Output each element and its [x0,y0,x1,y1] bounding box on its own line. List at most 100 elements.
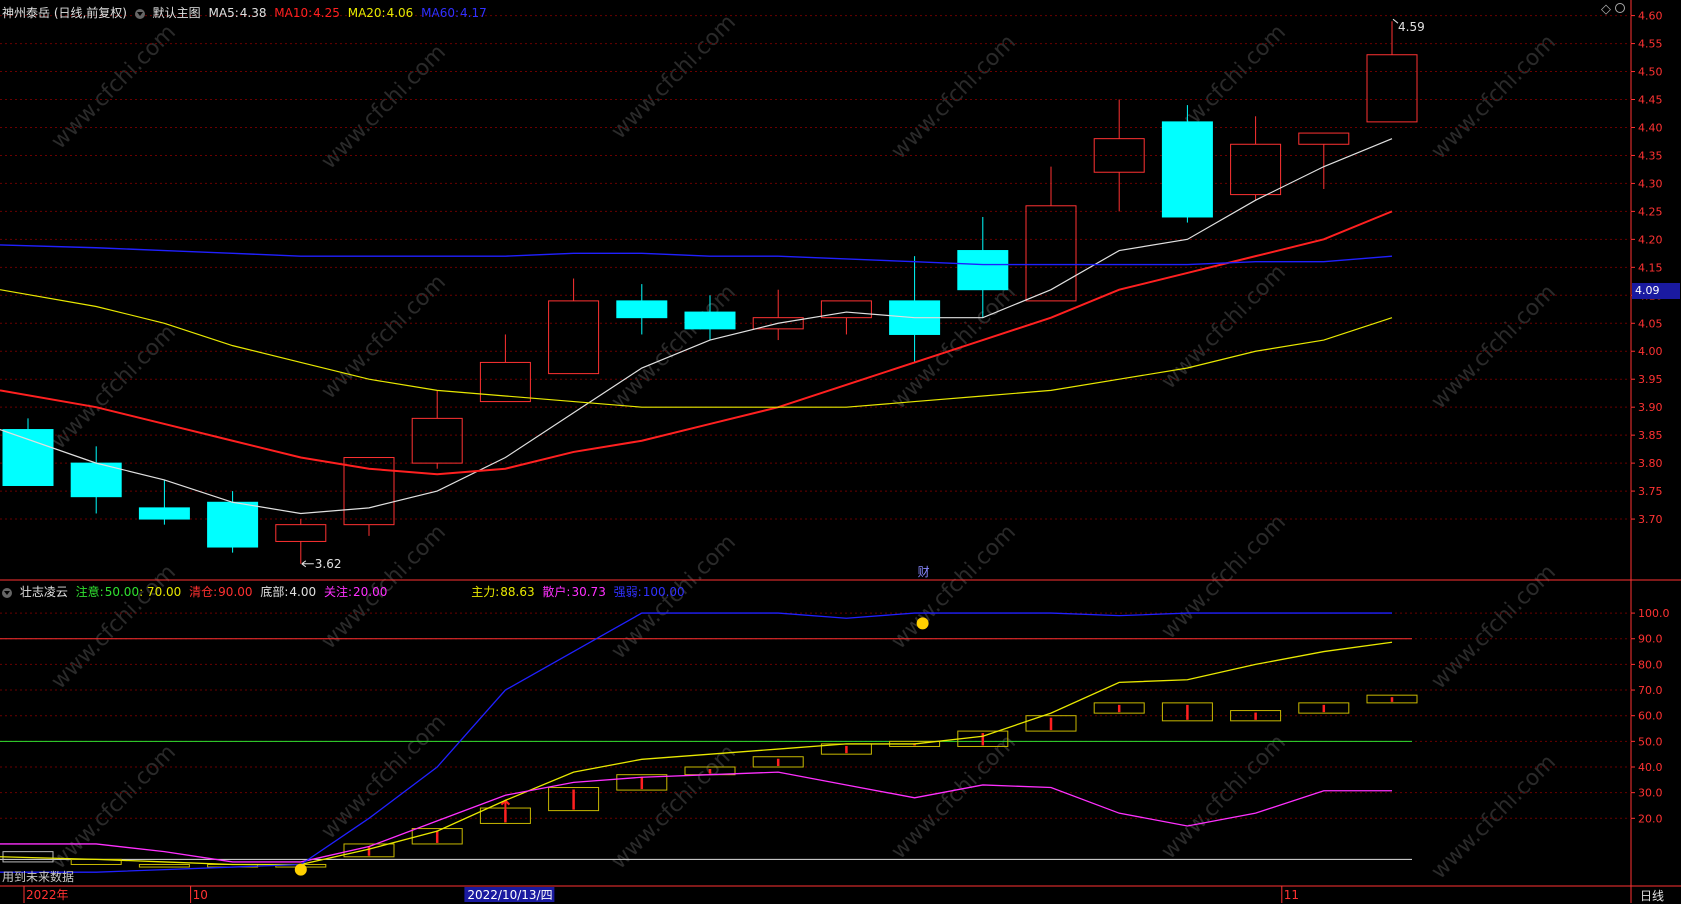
circle-icon[interactable] [1615,3,1625,13]
future-data-note: 用到未来数据 [2,870,75,884]
sub-y-tick-label: 100.0 [1638,607,1670,620]
main-y-tick-label: 4.15 [1638,261,1663,274]
diamond-icon[interactable]: ◇ [1601,2,1611,17]
qiangruo-label: 强弱: [613,585,642,599]
watermark-text: www.cfchi.com [47,20,181,154]
candle-up [275,524,327,542]
watermark-text: www.cfchi.com [1157,510,1291,644]
ma5-value: 4.38 [239,6,267,20]
sub-y-tick-label: 70.0 [1638,684,1663,697]
ma-line-ma60 [0,244,1393,266]
main-y-tick-label: 4.50 [1638,66,1663,79]
candle-down [207,501,259,548]
watermark-text: www.cfchi.com [47,740,181,874]
candle-up [548,300,600,375]
zhuyi-label: 注意: [75,585,104,599]
indicator-box [138,863,190,868]
ma60-label: MA60: [421,6,460,20]
candle-down [684,311,736,330]
watermark-text: www.cfchi.com [887,730,1021,864]
main-y-tick-label: 3.90 [1638,401,1663,414]
sub-y-tick-label: 80.0 [1638,658,1663,671]
candle-up [1025,205,1077,302]
chart-controls: ◇ [1601,2,1629,17]
watermark-text: www.cfchi.com [607,10,741,144]
watermark-text: www.cfchi.com [1157,730,1291,864]
main-y-tick-label: 4.45 [1638,94,1663,107]
low-arrow [301,560,314,568]
main-y-tick-label: 3.95 [1638,373,1663,386]
sub-y-tick-label: 40.0 [1638,761,1663,774]
main-y-tick-label: 4.25 [1638,205,1663,218]
sub-y-tick-label: 30.0 [1638,787,1663,800]
stock-title[interactable]: 神州泰岳 (日线,前复权) [2,6,127,20]
main-y-tick-label: 4.00 [1638,345,1663,358]
x-axis-label: 2022年 [26,888,69,902]
main-y-tick-label: 3.80 [1638,457,1663,470]
smiley-icon [916,617,929,630]
guanzhu-value: 20.00 [353,585,388,599]
qingcang-value: 90.00 [218,585,253,599]
main-y-tick-label: 4.55 [1638,38,1663,51]
chart-canvas[interactable]: www.cfchi.com www.cfchi.com www.cfchi.com w… [0,0,1681,903]
candle-down [1161,121,1213,218]
sub-y-tick-label: 60.0 [1638,710,1663,723]
watermark-text: www.cfchi.com [1157,260,1291,394]
indicator-name[interactable]: 壮志凌云 [20,585,68,599]
watermark-text: www.cfchi.com [317,710,451,844]
watermark-text: www.cfchi.com [1427,280,1561,414]
dropdown-icon[interactable] [134,8,145,19]
period-label[interactable]: 日线 [1640,887,1664,904]
zhuyi-value: 50.00 [104,585,140,599]
x-axis-label: 11 [1284,888,1299,902]
candle-down [616,300,668,319]
watermark-text: www.cfchi.com [317,270,451,404]
qiangruo-value: 100.00 [642,585,685,599]
indicator-dropdown-icon[interactable] [2,587,12,598]
watermark-text: www.cfchi.com [887,30,1021,164]
high-price-label: 4.59 [1398,20,1425,34]
candle-down [2,429,54,486]
qingcang-label: 清仓: [189,585,218,599]
candle-down [138,507,190,520]
main-y-tick-label: 3.75 [1638,485,1663,498]
sanhu-label: 散户: [542,585,571,599]
main-y-tick-label: 4.05 [1638,317,1663,330]
watermark-text: www.cfchi.com [317,40,451,174]
main-chart-header: 神州泰岳 (日线,前复权) 默认主图 MA5:4.38 MA10:4.25 MA… [2,4,491,21]
main-y-tick-label: 4.60 [1638,10,1663,23]
candle-up [1298,132,1350,145]
watermark-text: www.cfchi.com [1427,30,1561,164]
watermark-text: www.cfchi.com [887,520,1021,654]
sub-y-tick-label: 90.0 [1638,633,1663,646]
watermark-text: www.cfchi.com [1427,750,1561,884]
low-price-label: 3.62 [315,557,342,571]
ma5-label: MA5: [208,6,239,20]
candle-down [957,250,1009,291]
watermark-text: www.cfchi.com [607,740,741,874]
zhuli-label: 主力: [471,585,500,599]
seventy-value: : 70.00 [139,585,182,599]
sub-y-tick-label: 20.0 [1638,812,1663,825]
ma20-label: MA20: [347,6,386,20]
sub-y-tick-label: 50.0 [1638,735,1663,748]
candle-up [1230,143,1282,196]
x-axis-date-label: 2022/10/13/四 [467,888,552,902]
ma20-value: 4.06 [386,6,414,20]
current-price-marker: 4.09 [1632,283,1680,299]
main-y-tick-label: 4.35 [1638,149,1663,162]
watermark-text: www.cfchi.com [607,280,741,414]
candle-down [70,462,122,498]
candle-up [411,417,463,464]
watermark-text: www.cfchi.com [47,320,181,454]
smiley-icon [294,863,307,876]
indicator-header: 壮志凌云 注意:50.00: 70.00 清仓:90.00 底部:4.00 关注… [2,583,689,600]
template-name[interactable]: 默认主图 [153,6,201,20]
main-y-tick-label: 3.85 [1638,429,1663,442]
main-y-tick-label: 4.40 [1638,121,1663,134]
dibu-label: 底部: [260,585,289,599]
main-y-tick-label: 3.70 [1638,513,1663,526]
zhuli-value: 88.63 [500,585,535,599]
main-y-tick-label: 4.30 [1638,177,1663,190]
dibu-value: 4.00 [289,585,317,599]
